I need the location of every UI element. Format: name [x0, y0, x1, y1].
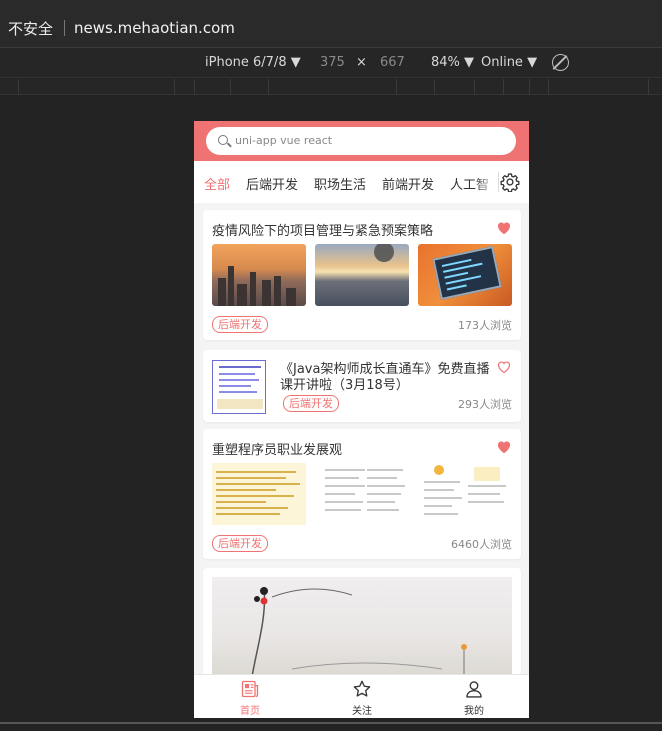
address-separator	[64, 20, 65, 36]
heart-filled-icon[interactable]	[496, 439, 512, 454]
search-placeholder: uni-app vue react	[235, 134, 333, 147]
tabbar-item-home[interactable]: 首页	[194, 675, 306, 718]
tabbar-label: 关注	[352, 706, 372, 717]
category-tabs: 全部 后端开发 职场生活 前端开发 人工智	[194, 161, 529, 203]
phone-viewport: uni-app vue react 全部 后端开发 职场生活 前端开发 人工智 …	[194, 121, 529, 718]
tab-career[interactable]: 职场生活	[314, 174, 366, 193]
gear-icon[interactable]	[500, 172, 520, 192]
article-title-line2: 课开讲啦（3月18号）	[280, 378, 409, 393]
rotate-icon[interactable]	[552, 54, 569, 71]
tabbar-item-follow[interactable]: 关注	[306, 675, 418, 718]
device-toolbar: iPhone 6/7/8 ▼ 375 × 667 84% ▼ Online ▼	[0, 48, 662, 78]
tabbar-label: 我的	[464, 706, 484, 717]
window-bottom-edge	[0, 722, 662, 724]
viewport-width-field[interactable]: 375	[320, 55, 345, 70]
bottom-tab-bar: 首页 关注 我的	[194, 674, 529, 718]
category-tag[interactable]: 后端开发	[283, 395, 339, 412]
article-thumbnail-doc	[315, 463, 409, 525]
network-select[interactable]: Online ▼	[481, 55, 537, 70]
tab-fade	[474, 161, 498, 203]
search-icon	[218, 135, 228, 145]
star-icon	[353, 680, 371, 697]
article-thumbnail-doc	[212, 463, 306, 525]
zoom-select[interactable]: 84% ▼	[431, 55, 474, 70]
article-card[interactable]: 重塑程序员职业发展观 后端开发 6460人浏览	[203, 429, 521, 559]
browser-address-bar: 不安全 news.mehaotian.com	[0, 0, 662, 48]
tab-divider	[498, 172, 499, 192]
user-icon	[466, 681, 482, 698]
viewport-height-field[interactable]: 667	[380, 55, 405, 70]
article-thumbnail-illustration	[212, 577, 512, 677]
url-text[interactable]: news.mehaotian.com	[74, 19, 235, 37]
search-header: uni-app vue react	[194, 121, 529, 161]
tab-all[interactable]: 全部	[204, 174, 230, 193]
tab-backend[interactable]: 后端开发	[246, 174, 298, 193]
article-card[interactable]: 《Java架构师成长直通车》免费直播 课开讲啦（3月18号） 后端开发 293人…	[203, 350, 521, 422]
view-count: 6460人浏览	[451, 538, 512, 551]
tabbar-item-me[interactable]: 我的	[418, 675, 529, 718]
article-thumbnail-city	[212, 244, 306, 306]
category-tag[interactable]: 后端开发	[212, 316, 268, 333]
dimension-times-symbol: ×	[356, 55, 367, 70]
article-thumbnail-laptop	[418, 244, 512, 306]
tabbar-label: 首页	[240, 706, 260, 717]
ruler-bar	[0, 79, 662, 95]
article-title: 疫情风险下的项目管理与紧急预案策略	[212, 224, 434, 239]
device-select[interactable]: iPhone 6/7/8 ▼	[205, 55, 301, 70]
article-thumbnail-java	[212, 360, 266, 414]
heart-outline-icon[interactable]	[496, 359, 512, 374]
article-thumbnail-desert	[315, 244, 409, 306]
article-card[interactable]: 疫情风险下的项目管理与紧急预案策略 后端开发 173人浏览	[203, 210, 521, 340]
view-count: 293人浏览	[458, 398, 512, 411]
insecure-label[interactable]: 不安全	[8, 18, 53, 39]
heart-filled-icon[interactable]	[496, 220, 512, 235]
view-count: 173人浏览	[458, 319, 512, 332]
article-card[interactable]	[203, 568, 521, 688]
search-input[interactable]: uni-app vue react	[206, 127, 516, 155]
category-tag[interactable]: 后端开发	[212, 535, 268, 552]
article-title: 重塑程序员职业发展观	[212, 443, 343, 458]
tab-frontend[interactable]: 前端开发	[382, 174, 434, 193]
article-thumbnail-doc	[418, 463, 512, 525]
home-news-icon	[241, 680, 259, 698]
